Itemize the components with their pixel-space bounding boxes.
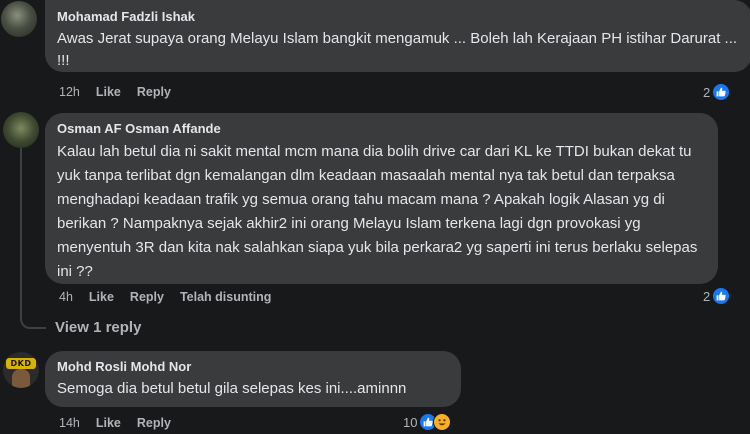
view-replies-link[interactable]: View 1 reply	[55, 319, 141, 336]
reaction-count: 10	[403, 414, 418, 430]
comment-author[interactable]: Mohamad Fadzli Ishak	[57, 9, 740, 25]
like-icon	[712, 287, 731, 305]
comment-bubble: Mohamad Fadzli Ishak Awas Jerat supaya o…	[45, 0, 750, 72]
avatar[interactable]: DKD	[3, 352, 39, 388]
reaction-count: 2	[703, 84, 711, 100]
avatar-badge: DKD	[6, 358, 36, 369]
comment-actions: 4h Like Reply Telah disunting	[59, 290, 287, 304]
reaction-count: 2	[703, 288, 711, 304]
like-icon	[712, 83, 731, 101]
like-button[interactable]: Like	[96, 85, 121, 99]
haha-icon	[433, 413, 452, 431]
edited-label[interactable]: Telah disunting	[180, 290, 271, 304]
comment-bubble: Mohd Rosli Mohd Nor Semoga dia betul bet…	[45, 351, 461, 407]
comment-text: Semoga dia betul betul gila selepas kes …	[57, 380, 407, 397]
reaction-summary[interactable]: 10	[403, 413, 452, 431]
comment-actions: 12h Like Reply	[59, 85, 187, 99]
comment-actions: 14h Like Reply	[59, 416, 187, 430]
comment-author[interactable]: Osman AF Osman Affande	[57, 121, 706, 137]
reaction-summary[interactable]: 2	[703, 287, 731, 305]
reply-button[interactable]: Reply	[130, 290, 164, 304]
avatar[interactable]	[3, 112, 39, 148]
avatar-face	[12, 369, 30, 388]
like-button[interactable]: Like	[89, 290, 114, 304]
reaction-summary[interactable]: 2	[703, 83, 731, 101]
reply-button[interactable]: Reply	[137, 85, 171, 99]
comment-bubble: Osman AF Osman Affande Kalau lah betul d…	[45, 113, 718, 284]
comment-time[interactable]: 12h	[59, 85, 80, 99]
reply-button[interactable]: Reply	[137, 416, 171, 430]
comment-text: Awas Jerat supaya orang Melayu Islam ban…	[57, 30, 738, 69]
avatar[interactable]	[1, 1, 37, 37]
comment-time[interactable]: 14h	[59, 416, 80, 430]
reply-thread-line	[20, 148, 46, 329]
comment-time[interactable]: 4h	[59, 290, 73, 304]
comment-text: Kalau lah betul dia ni sakit mental mcm …	[57, 143, 698, 280]
comment-author[interactable]: Mohd Rosli Mohd Nor	[57, 359, 449, 375]
like-button[interactable]: Like	[96, 416, 121, 430]
